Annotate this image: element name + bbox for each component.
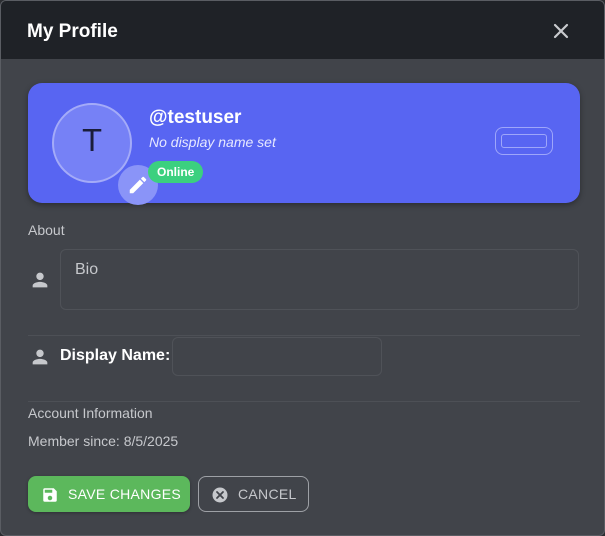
card-action-inner	[501, 134, 547, 148]
profile-card: T @testuser No display name set Online	[28, 83, 580, 205]
close-button[interactable]	[549, 19, 573, 43]
save-changes-label: SAVE CHANGES	[68, 486, 182, 502]
dialog-title: My Profile	[27, 21, 118, 42]
bio-placeholder: Bio	[75, 261, 99, 278]
username: @testuser	[149, 107, 242, 128]
close-icon	[553, 23, 569, 39]
divider	[28, 335, 580, 336]
card-action-button[interactable]	[495, 127, 553, 155]
dialog-header: My Profile	[1, 1, 604, 59]
save-icon	[43, 488, 57, 502]
divider	[28, 401, 580, 402]
display-name-label: Display Name:	[60, 347, 171, 364]
avatar: T	[52, 103, 158, 205]
status-badge: Online	[148, 161, 204, 183]
member-since-text: Member since: 8/5/2025	[28, 433, 179, 449]
profile-dialog: My Profile T @testuser No display name s…	[0, 0, 605, 536]
account-information-label: Account Information	[28, 405, 153, 421]
cancel-button[interactable]: CANCEL	[198, 476, 309, 512]
bio-field[interactable]: Bio	[60, 249, 579, 310]
person-icon	[32, 272, 48, 288]
person-icon	[32, 349, 48, 365]
pencil-icon	[129, 176, 147, 194]
cancel-label: CANCEL	[238, 486, 297, 502]
display-name-input[interactable]	[172, 337, 382, 376]
display-name-note: No display name set	[149, 134, 276, 150]
save-changes-button[interactable]: SAVE CHANGES	[28, 476, 190, 512]
cancel-circle-icon	[212, 487, 228, 503]
avatar-initial: T	[82, 124, 102, 159]
about-label: About	[28, 222, 65, 238]
